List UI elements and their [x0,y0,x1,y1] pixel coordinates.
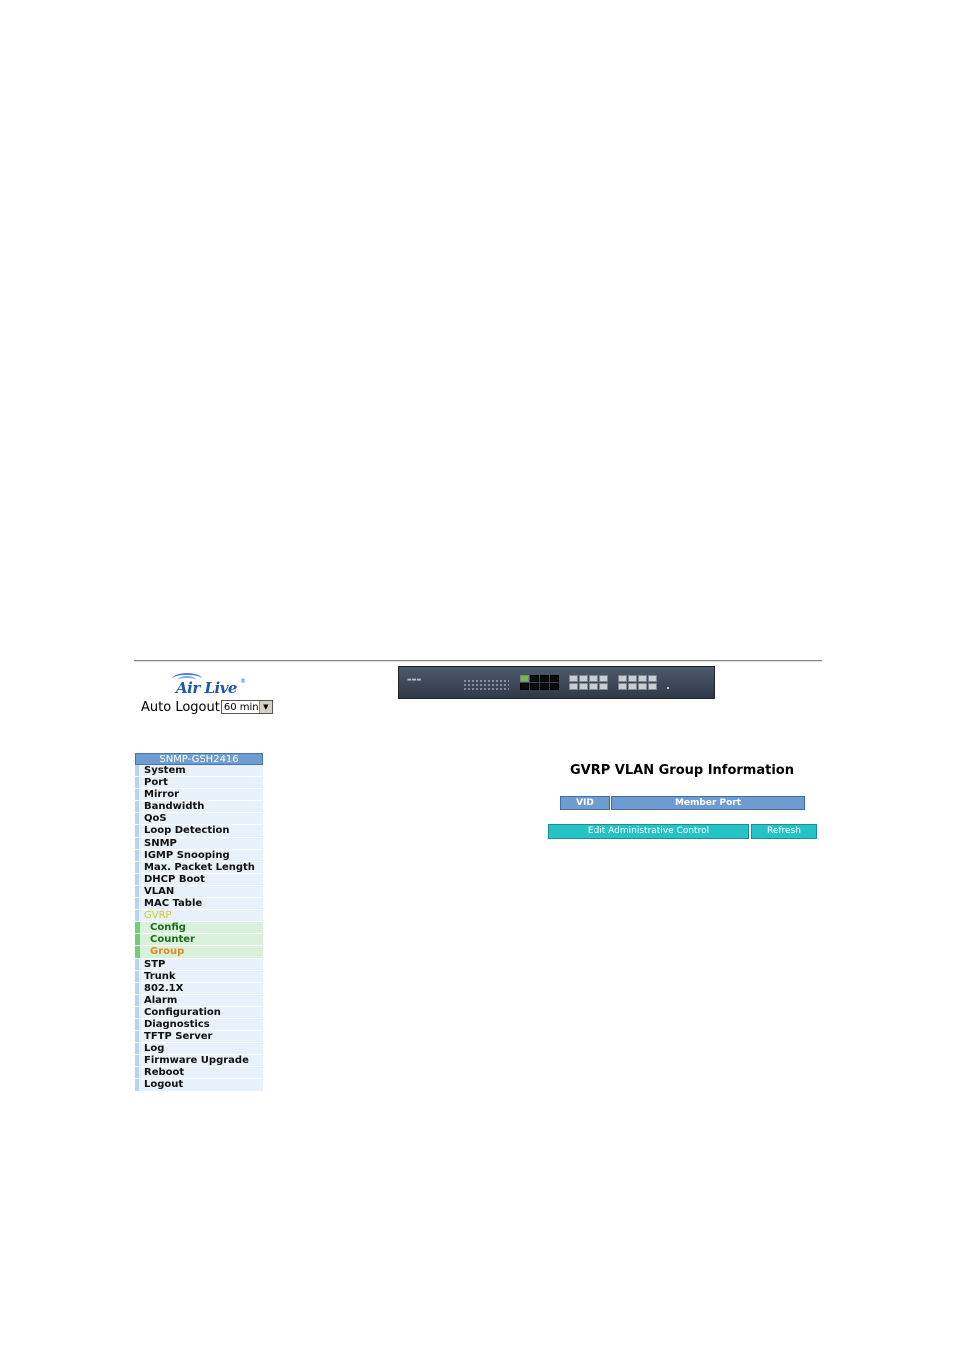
sidebar-item-port[interactable]: Port [135,777,263,790]
sidebar-item-log[interactable]: Log [135,1043,263,1056]
port-icon[interactable] [648,675,657,682]
port-icon[interactable] [618,675,627,682]
port-icon[interactable] [540,675,549,682]
sidebar-item-802-1x[interactable]: 802.1X [135,982,263,995]
port-icon[interactable] [520,683,529,690]
refresh-button[interactable]: Refresh [751,824,817,839]
switch-power-dot [667,687,669,689]
logo-text: Air Live [176,679,237,697]
port-icon[interactable] [638,675,647,682]
sidebar-items-top: System Port Mirror Bandwidth QoS Loop Detecti… [135,765,263,911]
edit-administrative-control-button[interactable]: Edit Administrative Control [548,824,749,839]
page-title: GVRP VLAN Group Information [570,763,794,778]
sidebar-item-firmware-upgrade[interactable]: Firmware Upgrade [135,1055,263,1068]
sidebar-item-igmp-snooping[interactable]: IGMP Snooping [135,849,263,862]
port-icon[interactable] [628,683,637,690]
auto-logout-select[interactable]: 60 min ▼ [220,700,273,714]
port-icon[interactable] [530,683,539,690]
port-icon[interactable] [599,675,608,682]
chevron-down-icon[interactable]: ▼ [258,701,272,713]
sidebar-item-dhcp-boot[interactable]: DHCP Boot [135,873,263,886]
port-icon[interactable] [550,675,559,682]
switch-front-panel: ▬▬▬ [398,666,715,699]
sidebar-item-loop-detection[interactable]: Loop Detection [135,825,263,838]
sidebar-item-system[interactable]: System [135,765,263,778]
sidebar-item-max-packet-length[interactable]: Max. Packet Length [135,861,263,874]
sidebar-item-mirror[interactable]: Mirror [135,789,263,802]
auto-logout: Auto Logout 60 min ▼ [141,699,273,715]
sidebar-item-qos[interactable]: QoS [135,813,263,826]
port-icon[interactable] [530,675,539,682]
sidebar-items-bottom: STP Trunk 802.1X Alarm Configuration Diagnost… [135,958,263,1092]
column-header-member-port: Member Port [611,796,805,810]
port-icon[interactable] [579,675,588,682]
port-icon[interactable] [589,683,598,690]
sidebar-item-mac-table[interactable]: MAC Table [135,898,263,911]
port-group-3 [618,675,657,690]
auto-logout-value: 60 min [223,701,259,713]
sidebar-item-logout[interactable]: Logout [135,1079,263,1092]
header-divider [134,660,822,662]
port-group-1 [520,675,559,690]
airlive-logo: Air Live ® [170,673,248,699]
sidebar-subitem-counter[interactable]: Counter [135,934,263,947]
sidebar-item-bandwidth[interactable]: Bandwidth [135,801,263,814]
sidebar-subitems: Config Counter Group [135,922,263,959]
sidebar-item-tftp-server[interactable]: TFTP Server [135,1031,263,1044]
port-icon[interactable] [579,683,588,690]
sidebar-item-alarm[interactable]: Alarm [135,994,263,1007]
switch-brand-mark: ▬▬▬ [407,677,422,683]
port-icon[interactable] [638,683,647,690]
port-icon[interactable] [520,675,529,682]
sidebar-item-gvrp[interactable]: GVRP [135,910,263,923]
port-icon[interactable] [599,683,608,690]
port-icon[interactable] [550,683,559,690]
column-header-vid: VID [560,796,610,810]
auto-logout-label: Auto Logout [141,699,220,715]
port-icon[interactable] [589,675,598,682]
sidebar-subitem-group[interactable]: Group [135,946,263,959]
sidebar-item-vlan[interactable]: VLAN [135,885,263,899]
switch-led-array [463,679,509,691]
sidebar-subitem-config[interactable]: Config [135,922,263,935]
port-group-2 [569,675,608,690]
port-icon[interactable] [569,675,578,682]
sidebar-item-reboot[interactable]: Reboot [135,1067,263,1080]
sidebar-item-configuration[interactable]: Configuration [135,1006,263,1019]
port-icon[interactable] [569,683,578,690]
sidebar-item-snmp[interactable]: SNMP [135,837,263,850]
sidebar-item-trunk[interactable]: Trunk [135,970,263,983]
sidebar-item-stp[interactable]: STP [135,958,263,971]
port-icon[interactable] [618,683,627,690]
port-icon[interactable] [540,683,549,690]
sidebar-title: SNMP-GSH2416 [135,753,263,765]
sidebar-item-diagnostics[interactable]: Diagnostics [135,1018,263,1032]
logo-registered-mark: ® [240,678,246,685]
port-icon[interactable] [628,675,637,682]
port-icon[interactable] [648,683,657,690]
sidebar-menu: SNMP-GSH2416 System Port Mirror Bandwidth Qo… [135,753,263,1092]
